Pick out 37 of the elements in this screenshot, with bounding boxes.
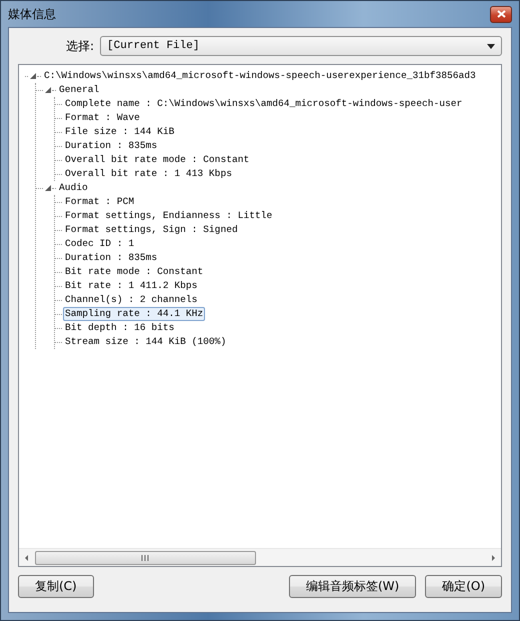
tree-item[interactable]: Stream size : 144 KiB (100%) [63, 335, 228, 349]
tree-item[interactable]: Bit rate mode : Constant [63, 265, 206, 279]
tree-item[interactable]: Complete name : C:\Windows\winsxs\amd64_microsoft-windows-speech-user [63, 97, 464, 111]
tree-item[interactable]: Audio [57, 181, 90, 195]
scroll-thumb[interactable] [35, 550, 256, 564]
expanded-triangle-icon[interactable] [29, 72, 37, 80]
grip-icon [141, 554, 150, 560]
window-title: 媒体信息 [8, 6, 56, 22]
expanded-triangle-icon[interactable] [44, 86, 52, 94]
file-dropdown[interactable]: [Current File] [100, 36, 502, 56]
tree-item[interactable]: General [57, 83, 102, 97]
dialog-button[interactable]: 确定(O) [425, 575, 502, 598]
scroll-left-icon[interactable] [23, 554, 31, 562]
tree-item[interactable]: File size : 144 KiB [63, 125, 176, 139]
expanded-triangle-icon[interactable] [44, 184, 52, 192]
tree-item[interactable]: Sampling rate : 44.1 KHz [63, 307, 206, 321]
tree-item[interactable]: Overall bit rate mode : Constant [63, 153, 252, 167]
tree-item[interactable]: Codec ID : 1 [63, 237, 136, 251]
dialog-button[interactable]: 复制(C) [18, 575, 94, 598]
tree-item[interactable]: Format : Wave [63, 111, 142, 125]
dialog-button[interactable]: 编辑音频标签(W) [288, 575, 416, 598]
tree-item[interactable]: C:\Windows\winsxs\amd64_microsoft-windows-speech-userexperience_31bf3856ad3 [42, 69, 478, 83]
tree-item[interactable]: Duration : 835ms [63, 139, 160, 153]
tree-item[interactable]: Duration : 835ms [63, 251, 160, 265]
tree-item[interactable]: Bit rate : 1 411.2 Kbps [63, 279, 200, 293]
select-label: 选择: [66, 38, 94, 54]
tree-item[interactable]: Format : PCM [63, 195, 136, 209]
close-icon [496, 10, 506, 18]
tree-item[interactable]: Format settings, Sign : Signed [63, 223, 240, 237]
horizontal-scrollbar[interactable] [19, 548, 501, 566]
tree-item[interactable]: Bit depth : 16 bits [63, 321, 176, 335]
dropdown-caret-icon [487, 44, 495, 48]
scroll-right-icon[interactable] [489, 554, 497, 562]
close-button[interactable] [490, 6, 512, 22]
tree-item[interactable]: Overall bit rate : 1 413 Kbps [63, 167, 234, 181]
tree-item[interactable]: Channel(s) : 2 channels [63, 293, 200, 307]
tree-item[interactable]: Format settings, Endianness : Little [63, 209, 274, 223]
